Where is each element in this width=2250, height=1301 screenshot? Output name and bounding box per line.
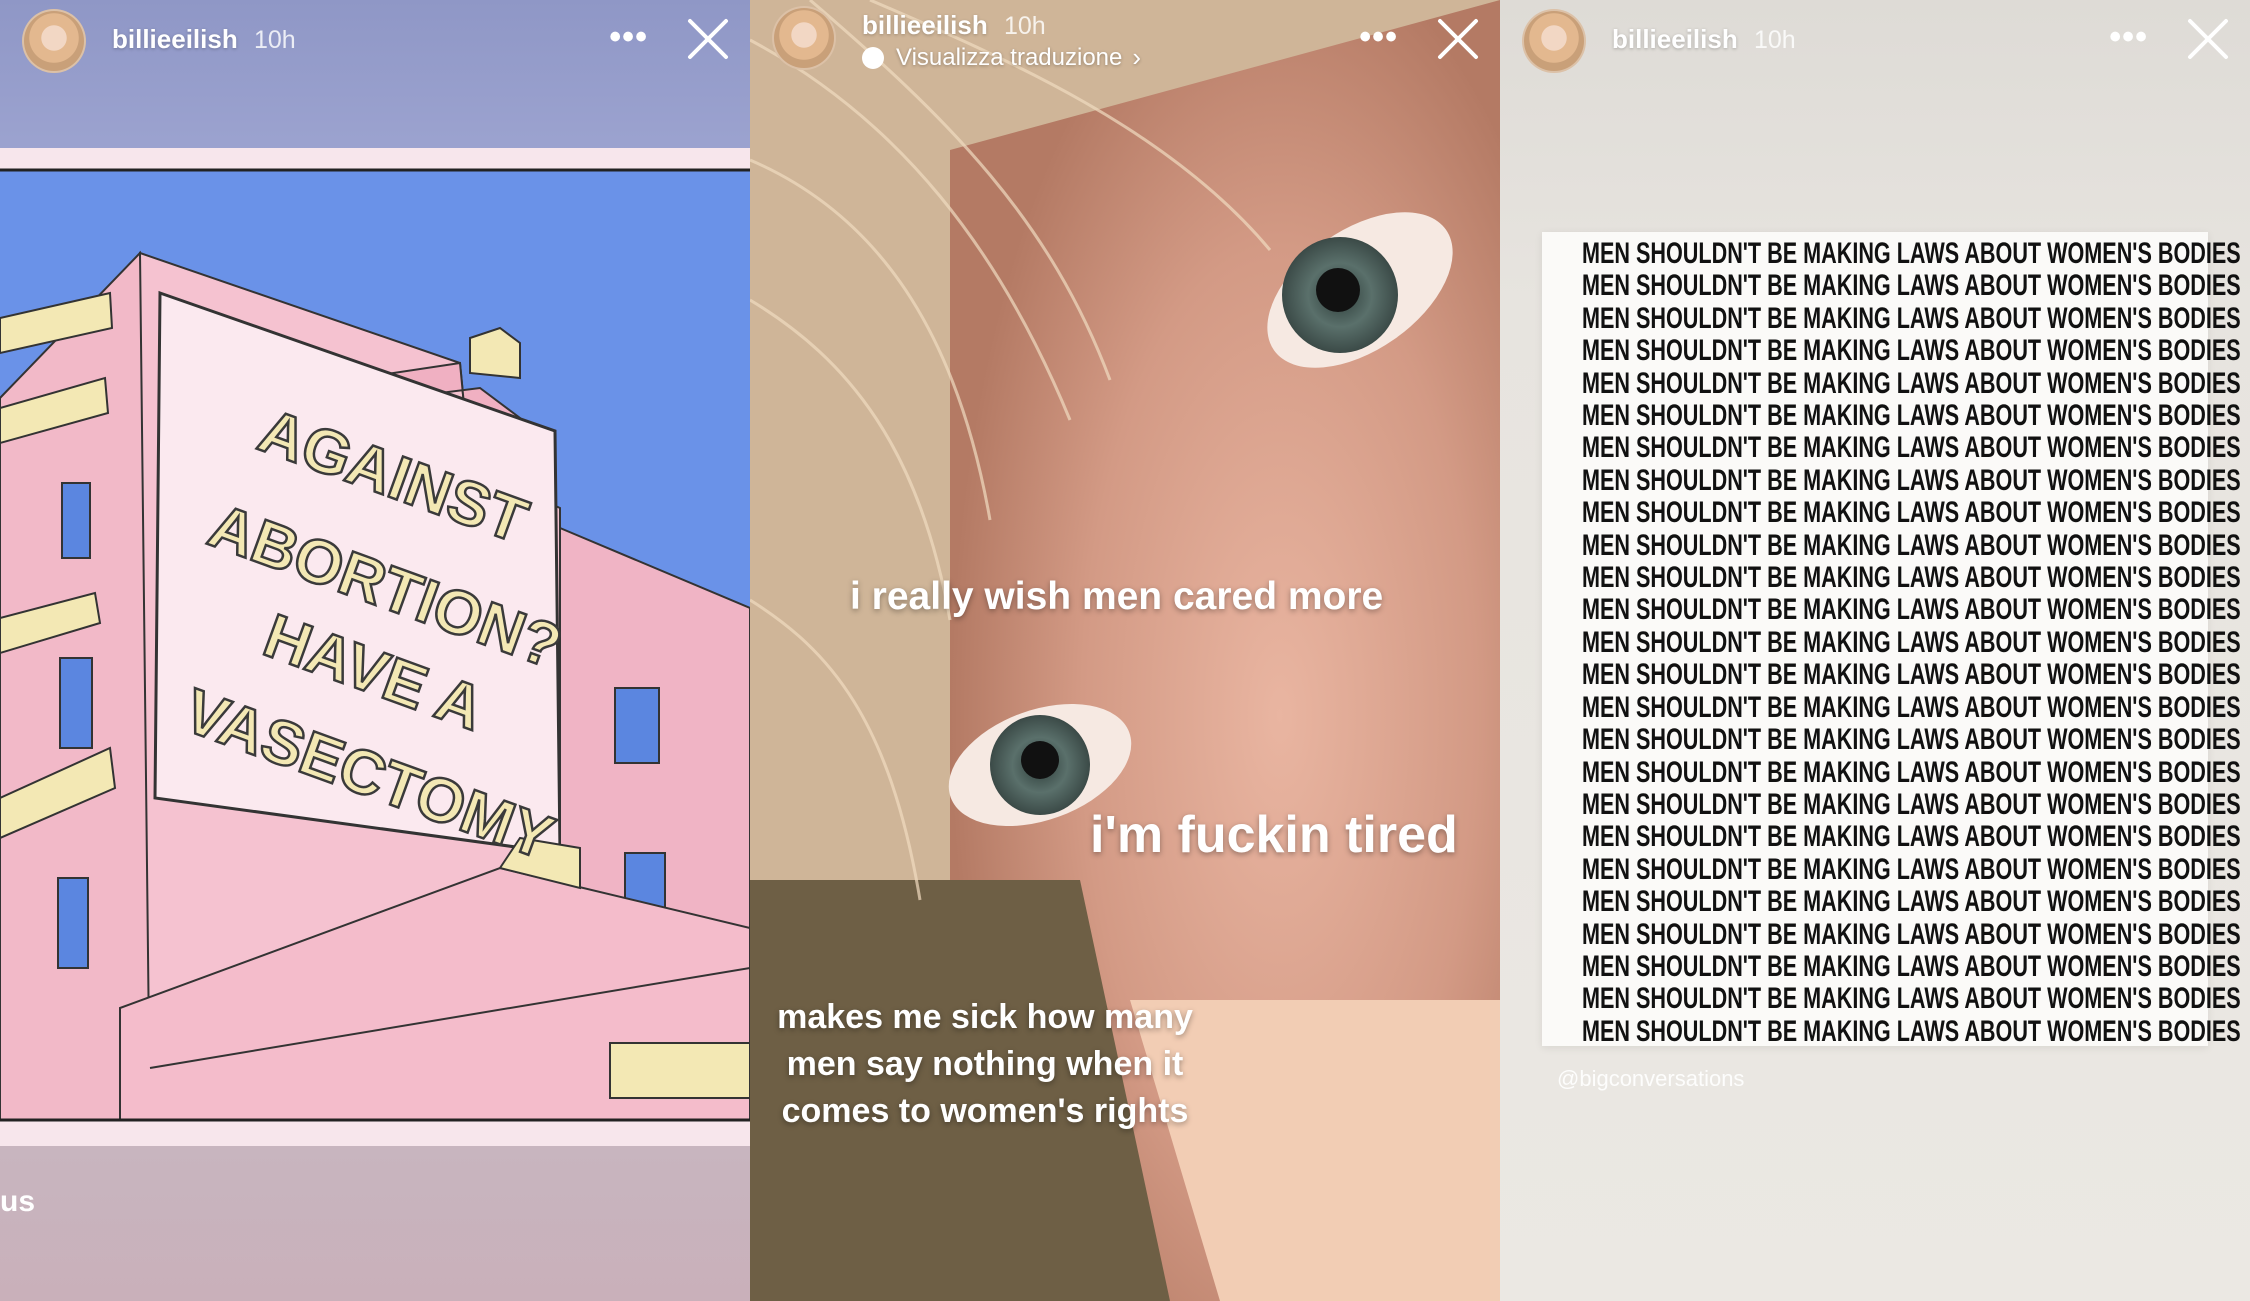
avatar[interactable] (772, 6, 836, 70)
avatar[interactable] (1522, 9, 1586, 73)
poster-line: MEN SHOULDN'T BE MAKING LAWS ABOUT WOMEN… (1582, 269, 2241, 303)
poster-line: MEN SHOULDN'T BE MAKING LAWS ABOUT WOMEN… (1582, 496, 2241, 530)
story-text-tired: i'm fuckin tired (1090, 806, 1458, 864)
poster-line: MEN SHOULDN'T BE MAKING LAWS ABOUT WOMEN… (1582, 334, 2241, 368)
close-icon[interactable] (1434, 15, 1482, 63)
story-caption: us (0, 1185, 36, 1218)
poster-line: MEN SHOULDN'T BE MAKING LAWS ABOUT WOMEN… (1582, 625, 2241, 659)
story-panel-2[interactable]: i really wish men cared more i'm fuckin … (750, 0, 1500, 1301)
story-header: billieeilish 10h Visualizza traduzione ›… (750, 0, 1500, 90)
story-header: billieeilish 10h ••• (0, 0, 750, 90)
poster-line: MEN SHOULDN'T BE MAKING LAWS ABOUT WOMEN… (1582, 755, 2241, 789)
poster-text-block: MEN SHOULDN'T BE MAKING LAWS ABOUT WOMEN… (1582, 237, 2250, 1048)
story-panel-1[interactable]: AGAINST ABORTION? HAVE A VASECTOMY us bi… (0, 0, 750, 1301)
poster-line: MEN SHOULDN'T BE MAKING LAWS ABOUT WOMEN… (1582, 593, 2241, 627)
translate-label: Visualizza traduzione (896, 43, 1123, 71)
timestamp: 10h (1754, 26, 1796, 54)
poster-line: MEN SHOULDN'T BE MAKING LAWS ABOUT WOMEN… (1582, 852, 2241, 886)
timestamp: 10h (254, 26, 296, 54)
poster-line: MEN SHOULDN'T BE MAKING LAWS ABOUT WOMEN… (1582, 917, 2241, 951)
story-panel-3[interactable]: MEN SHOULDN'T BE MAKING LAWS ABOUT WOMEN… (1500, 0, 2250, 1301)
close-icon[interactable] (2184, 15, 2232, 63)
poster-line: MEN SHOULDN'T BE MAKING LAWS ABOUT WOMEN… (1582, 885, 2241, 919)
story-text-wish: i really wish men cared more (850, 575, 1384, 618)
poster-line: MEN SHOULDN'T BE MAKING LAWS ABOUT WOMEN… (1582, 528, 2241, 562)
username[interactable]: billieeilish (112, 24, 238, 55)
story-credit: @bigconversations (1557, 1066, 1745, 1091)
avatar[interactable] (22, 9, 86, 73)
poster-line: MEN SHOULDN'T BE MAKING LAWS ABOUT WOMEN… (1582, 561, 2241, 595)
more-dots-icon[interactable]: ••• (609, 20, 648, 54)
poster-line: MEN SHOULDN'T BE MAKING LAWS ABOUT WOMEN… (1582, 820, 2241, 854)
poster-line: MEN SHOULDN'T BE MAKING LAWS ABOUT WOMEN… (1582, 463, 2241, 497)
story-text-sick-line-2: men say nothing when it (786, 1045, 1184, 1083)
timestamp: 10h (1004, 12, 1046, 40)
poster-line: MEN SHOULDN'T BE MAKING LAWS ABOUT WOMEN… (1582, 658, 2241, 692)
story-image-poster: MEN SHOULDN'T BE MAKING LAWS ABOUT WOMEN… (1542, 232, 2241, 1048)
poster-line: MEN SHOULDN'T BE MAKING LAWS ABOUT WOMEN… (1582, 1014, 2241, 1048)
poster-line: MEN SHOULDN'T BE MAKING LAWS ABOUT WOMEN… (1582, 982, 2241, 1016)
more-dots-icon[interactable]: ••• (1359, 20, 1398, 54)
poster-line: MEN SHOULDN'T BE MAKING LAWS ABOUT WOMEN… (1582, 237, 2241, 270)
poster-line: MEN SHOULDN'T BE MAKING LAWS ABOUT WOMEN… (1582, 723, 2241, 757)
translate-bubble-icon (862, 46, 884, 69)
chevron-right-icon: › (1132, 42, 1142, 72)
poster-line: MEN SHOULDN'T BE MAKING LAWS ABOUT WOMEN… (1582, 431, 2241, 465)
poster-line: MEN SHOULDN'T BE MAKING LAWS ABOUT WOMEN… (1582, 787, 2241, 821)
close-icon[interactable] (684, 15, 732, 63)
poster-line: MEN SHOULDN'T BE MAKING LAWS ABOUT WOMEN… (1582, 690, 2241, 724)
username[interactable]: billieeilish (1612, 24, 1738, 55)
story-text-sick-line-3: comes to women's rights (781, 1092, 1189, 1130)
more-dots-icon[interactable]: ••• (2109, 20, 2148, 54)
username[interactable]: billieeilish (862, 10, 988, 41)
poster-line: MEN SHOULDN'T BE MAKING LAWS ABOUT WOMEN… (1582, 366, 2241, 400)
story-text-sick: makes me sick how many men say nothing w… (770, 994, 1200, 1135)
story-header: billieeilish 10h ••• (1500, 0, 2250, 90)
story-text-sick-line-1: makes me sick how many (777, 998, 1193, 1036)
poster-line: MEN SHOULDN'T BE MAKING LAWS ABOUT WOMEN… (1582, 949, 2241, 983)
story-image-mural: AGAINST ABORTION? HAVE A VASECTOMY (0, 148, 750, 1146)
poster-line: MEN SHOULDN'T BE MAKING LAWS ABOUT WOMEN… (1582, 399, 2241, 433)
translate-link[interactable]: Visualizza traduzione › (862, 42, 1141, 73)
poster-line: MEN SHOULDN'T BE MAKING LAWS ABOUT WOMEN… (1582, 301, 2241, 335)
